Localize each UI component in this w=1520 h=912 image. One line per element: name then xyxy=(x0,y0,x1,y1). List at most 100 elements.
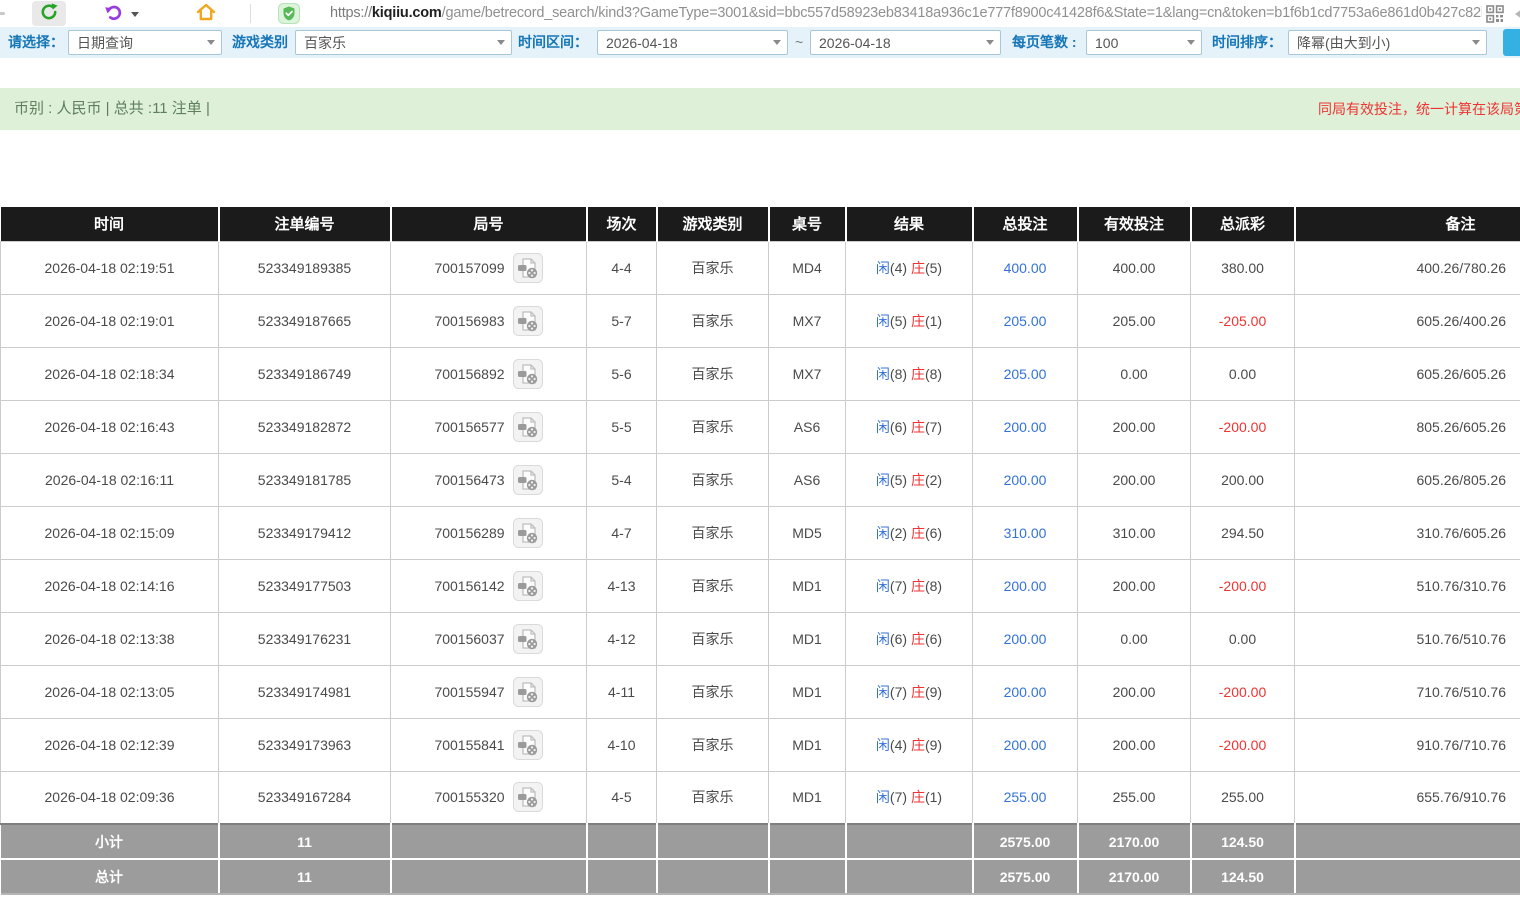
cell-remark: 805.26/605.26 xyxy=(1295,400,1520,453)
video-replay-icon[interactable] xyxy=(513,359,543,389)
cell-time: 2026-04-18 02:16:43 xyxy=(1,400,219,453)
cell-total-bet[interactable]: 200.00 xyxy=(973,400,1078,453)
security-shield-icon[interactable] xyxy=(278,3,300,24)
url-domain: kiqiiu.com xyxy=(372,5,442,21)
home-button[interactable] xyxy=(192,1,220,26)
round-number: 700156473 xyxy=(434,472,504,488)
summary-info-bar: 币别 : 人民币 | 总共 :11 注单 | 同局有效投注，统一计算在该局第 xyxy=(0,88,1520,130)
col-valid-bet-header: 有效投注 xyxy=(1078,207,1191,241)
cell-time: 2026-04-18 02:09:36 xyxy=(1,771,219,824)
empty-cell xyxy=(587,859,657,894)
video-replay-icon[interactable] xyxy=(513,465,543,495)
address-url[interactable]: https://kiqiiu.com/game/betrecord_search… xyxy=(330,0,1482,27)
tilde-separator: ~ xyxy=(795,27,803,58)
cell-result: 闲(5) 庄(2) xyxy=(846,453,973,506)
bet-record-table: 时间 注单编号 局号 场次 游戏类别 桌号 结果 总投注 有效投注 总派彩 备注… xyxy=(0,207,1520,895)
col-total-bet-header: 总投注 xyxy=(973,207,1078,241)
cell-total-bet[interactable]: 400.00 xyxy=(973,241,1078,294)
cell-game: 百家乐 xyxy=(657,559,769,612)
table-row: 2026-04-18 02:18:34523349186749700156892… xyxy=(1,347,1520,400)
cell-table: MD1 xyxy=(769,718,846,771)
undo-button[interactable] xyxy=(100,1,126,26)
cell-payout: 200.00 xyxy=(1191,453,1295,506)
cell-table: AS6 xyxy=(769,400,846,453)
cell-session: 4-4 xyxy=(587,241,657,294)
query-type-select[interactable]: 日期查询 xyxy=(68,30,222,55)
sort-select[interactable]: 降幂(由大到小) xyxy=(1288,30,1487,55)
cell-remark: 605.26/400.26 xyxy=(1295,294,1520,347)
chevron-down-icon xyxy=(980,40,1000,45)
cell-session: 4-12 xyxy=(587,612,657,665)
col-round-header: 局号 xyxy=(391,207,587,241)
cell-valid-bet: 200.00 xyxy=(1078,665,1191,718)
subtotal-valid-bet: 2170.00 xyxy=(1078,824,1191,859)
clipped-star-icon[interactable] xyxy=(1515,9,1520,19)
cell-total-bet[interactable]: 255.00 xyxy=(973,771,1078,824)
empty-cell xyxy=(846,824,973,859)
cell-result: 闲(2) 庄(6) xyxy=(846,506,973,559)
cell-remark: 510.76/310.76 xyxy=(1295,559,1520,612)
total-count: 11 xyxy=(219,859,391,894)
video-replay-icon[interactable] xyxy=(513,782,543,812)
empty-cell xyxy=(769,859,846,894)
video-replay-icon[interactable] xyxy=(513,730,543,760)
cell-result: 闲(6) 庄(6) xyxy=(846,612,973,665)
cell-total-bet[interactable]: 200.00 xyxy=(973,665,1078,718)
cell-result: 闲(7) 庄(9) xyxy=(846,665,973,718)
cell-payout: 0.00 xyxy=(1191,612,1295,665)
date-to-select[interactable]: 2026-04-18 xyxy=(810,30,1001,55)
undo-dropdown-caret[interactable] xyxy=(131,12,139,17)
cell-session: 4-13 xyxy=(587,559,657,612)
cell-total-bet[interactable]: 205.00 xyxy=(973,294,1078,347)
chevron-down-icon xyxy=(767,40,787,45)
cell-total-bet[interactable]: 310.00 xyxy=(973,506,1078,559)
video-replay-icon[interactable] xyxy=(513,624,543,654)
cell-valid-bet: 0.00 xyxy=(1078,612,1191,665)
table-row: 2026-04-18 02:14:16523349177503700156142… xyxy=(1,559,1520,612)
table-row: 2026-04-18 02:19:01523349187665700156983… xyxy=(1,294,1520,347)
video-replay-icon[interactable] xyxy=(513,253,543,283)
round-number: 700157099 xyxy=(434,260,504,276)
game-type-select[interactable]: 百家乐 xyxy=(295,30,512,55)
cell-payout: 380.00 xyxy=(1191,241,1295,294)
search-button[interactable]: 查询 xyxy=(1503,29,1520,56)
round-number: 700155947 xyxy=(434,684,504,700)
chevron-down-icon xyxy=(1466,40,1486,45)
qr-code-icon[interactable] xyxy=(1486,5,1504,23)
cell-round: 700156577 xyxy=(391,400,587,453)
cell-time: 2026-04-18 02:16:11 xyxy=(1,453,219,506)
home-icon xyxy=(195,1,217,26)
video-replay-icon[interactable] xyxy=(513,518,543,548)
table-row: 2026-04-18 02:16:43523349182872 700156577… xyxy=(1,400,1520,453)
url-scheme: https:// xyxy=(330,5,372,21)
cell-total-bet[interactable]: 200.00 xyxy=(973,559,1078,612)
date-from-value: 2026-04-18 xyxy=(598,35,767,51)
round-number: 700156577 xyxy=(434,419,504,435)
video-replay-icon[interactable] xyxy=(513,677,543,707)
col-payout-header: 总派彩 xyxy=(1191,207,1295,241)
total-total-bet: 2575.00 xyxy=(973,859,1078,894)
cell-time: 2026-04-18 02:14:16 xyxy=(1,559,219,612)
cell-valid-bet: 0.00 xyxy=(1078,347,1191,400)
video-replay-icon[interactable] xyxy=(513,306,543,336)
empty-cell xyxy=(391,824,587,859)
cell-total-bet[interactable]: 200.00 xyxy=(973,612,1078,665)
date-from-select[interactable]: 2026-04-18 xyxy=(597,30,788,55)
reload-button[interactable] xyxy=(32,1,66,26)
sort-value: 降幂(由大到小) xyxy=(1289,33,1466,53)
page-size-select[interactable]: 100 xyxy=(1086,30,1202,55)
video-replay-icon[interactable] xyxy=(513,412,543,442)
subtotal-row: 小计 11 2575.00 2170.00 124.50 xyxy=(1,824,1520,859)
cell-total-bet[interactable]: 200.00 xyxy=(973,453,1078,506)
cell-table: MD4 xyxy=(769,241,846,294)
col-table-header: 桌号 xyxy=(769,207,846,241)
cell-result: 闲(7) 庄(8) xyxy=(846,559,973,612)
video-replay-icon[interactable] xyxy=(513,571,543,601)
total-payout: 124.50 xyxy=(1191,859,1295,894)
cell-total-bet[interactable]: 205.00 xyxy=(973,347,1078,400)
chevron-down-icon xyxy=(201,40,221,45)
cell-game: 百家乐 xyxy=(657,612,769,665)
cell-total-bet[interactable]: 200.00 xyxy=(973,718,1078,771)
time-range-label: 时间区间： xyxy=(518,27,588,58)
cell-bet-id: 523349182872 xyxy=(219,400,391,453)
